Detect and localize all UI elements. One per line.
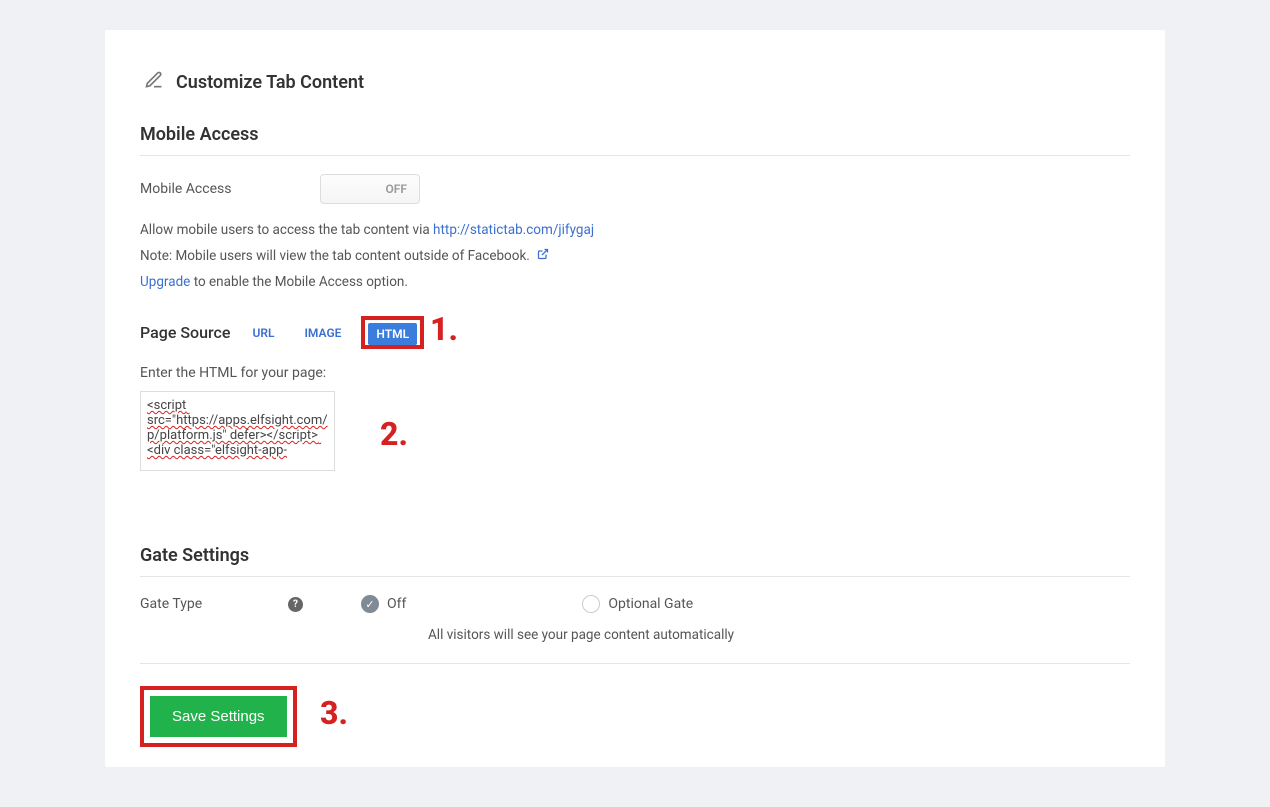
section-header-gate: Gate Settings <box>140 545 1130 577</box>
page-title-row: Customize Tab Content <box>140 70 1130 94</box>
save-settings-button[interactable]: Save Settings <box>150 696 287 737</box>
tab-html[interactable]: HTML <box>368 323 417 345</box>
upgrade-link[interactable]: Upgrade <box>140 274 190 290</box>
gate-radio-optional[interactable]: Optional Gate <box>582 595 693 613</box>
external-link-icon[interactable] <box>537 248 549 264</box>
settings-card: Customize Tab Content Mobile Access Mobi… <box>105 30 1165 767</box>
help-icon[interactable]: ? <box>288 597 303 612</box>
divider <box>140 663 1130 664</box>
page-source-label: Page Source <box>140 323 230 342</box>
gate-radio-off[interactable]: Off <box>361 595 406 613</box>
mobile-access-label: Mobile Access <box>140 181 320 197</box>
edit-icon <box>144 70 164 94</box>
page-source-row: Page Source URL IMAGE HTML 1. <box>140 318 1130 347</box>
gate-type-row: Gate Type ? Off Optional Gate <box>140 595 1130 613</box>
annotation-number-3: 3. <box>320 694 348 732</box>
mobile-helper-2: Note: Mobile users will view the tab con… <box>140 248 1130 264</box>
section-header-mobile: Mobile Access <box>140 124 1130 156</box>
mobile-helper-1: Allow mobile users to access the tab con… <box>140 222 1130 238</box>
gate-type-label: Gate Type <box>140 596 270 612</box>
mobile-access-toggle[interactable]: OFF <box>320 174 420 204</box>
mobile-helper-3: Upgrade to enable the Mobile Access opti… <box>140 274 1130 290</box>
html-instruction: Enter the HTML for your page: <box>140 365 1130 381</box>
radio-icon <box>582 595 600 613</box>
tab-image[interactable]: IMAGE <box>296 322 349 344</box>
annotation-number-2: 2. <box>380 415 408 453</box>
page-title: Customize Tab Content <box>176 72 364 93</box>
tab-url[interactable]: URL <box>244 322 282 344</box>
statictab-link[interactable]: http://statictab.com/jifygaj <box>433 222 594 238</box>
mobile-access-row: Mobile Access OFF <box>140 174 1130 204</box>
gate-section: Gate Settings Gate Type ? Off Optional G… <box>140 545 1130 747</box>
html-textarea[interactable] <box>140 391 335 471</box>
annotation-number-1: 1. <box>430 310 458 348</box>
toggle-state: OFF <box>386 182 407 196</box>
gate-description: All visitors will see your page content … <box>428 627 1130 643</box>
check-icon <box>361 595 379 613</box>
